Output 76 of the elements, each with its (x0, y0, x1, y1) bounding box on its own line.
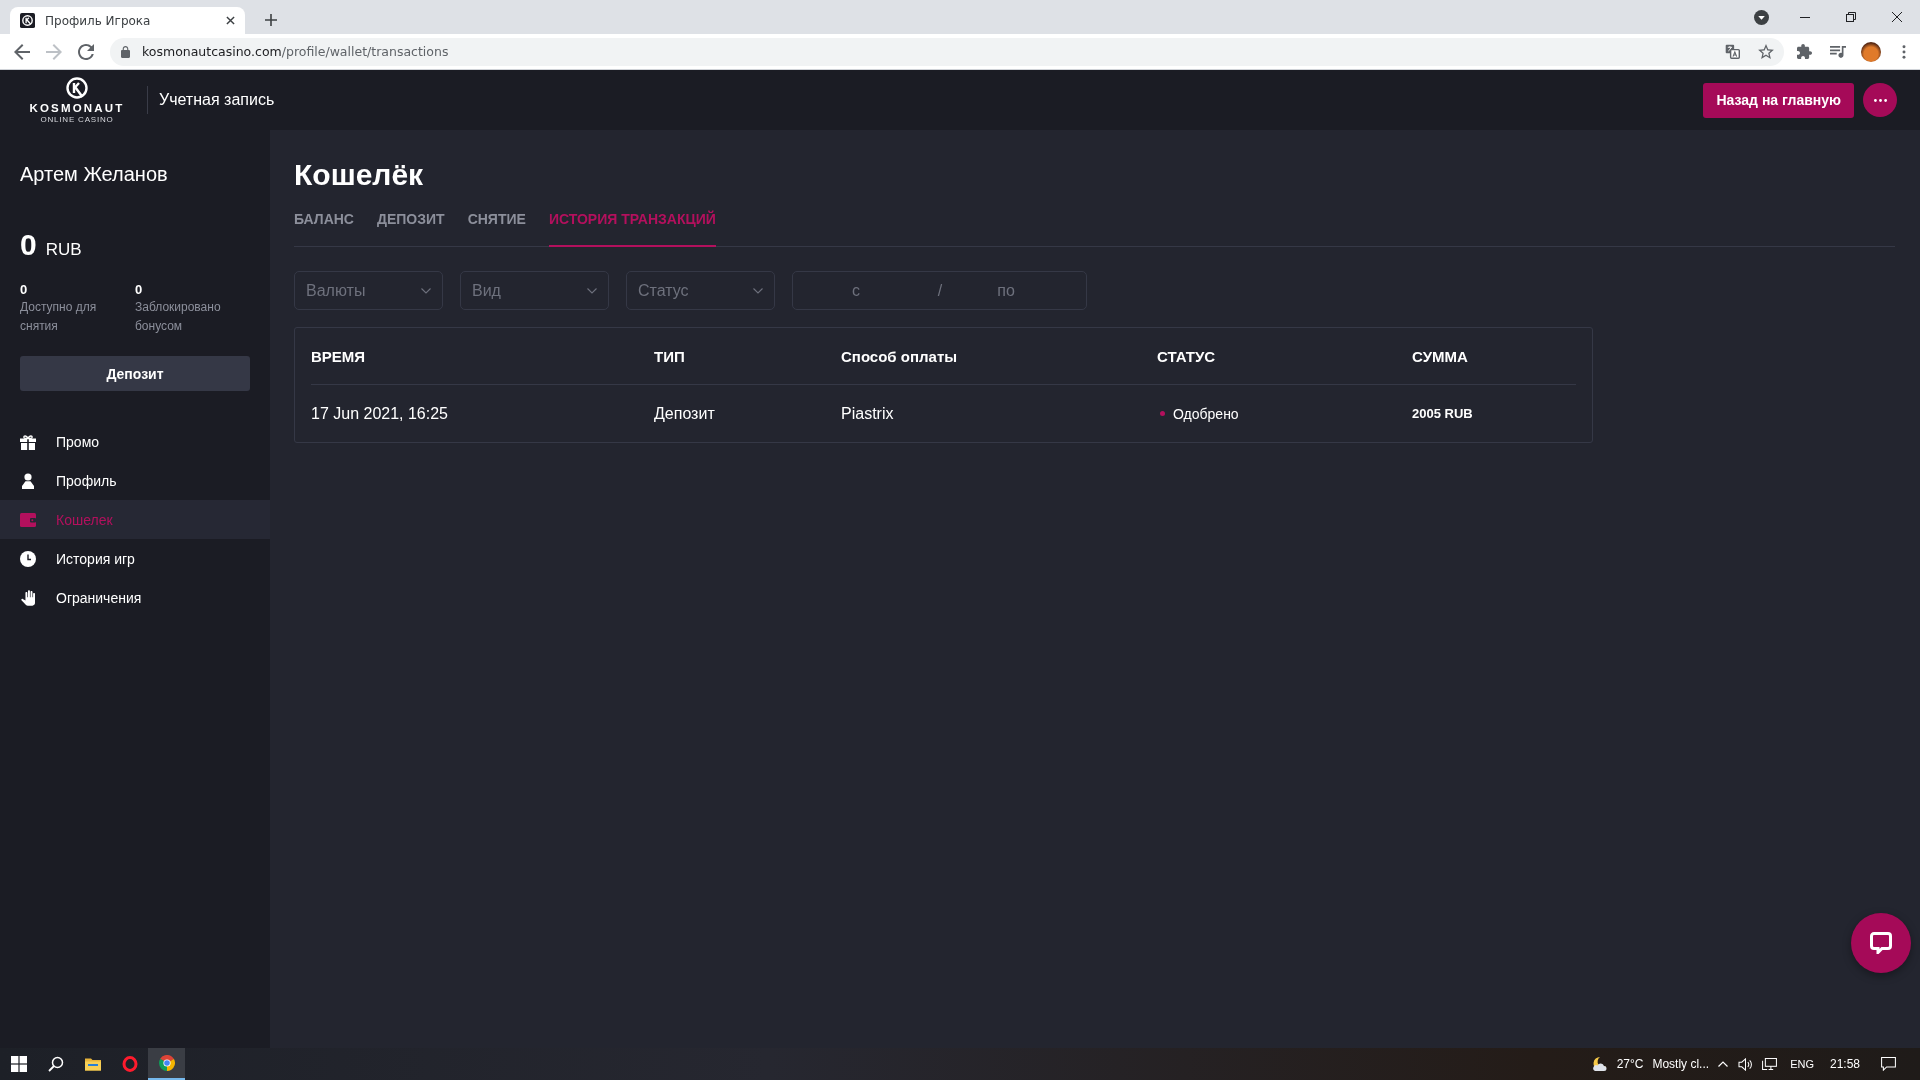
favicon-icon (20, 13, 35, 28)
caret-up-icon[interactable] (1718, 1061, 1729, 1067)
logo-icon[interactable] (65, 76, 89, 101)
section-title: Учетная запись (159, 91, 275, 109)
table-cell: Piastrix (841, 404, 894, 423)
browser-icon (158, 1055, 175, 1071)
close-tab-icon[interactable] (226, 16, 235, 25)
puzzle-icon[interactable] (1797, 44, 1812, 59)
weather-icon[interactable] (1590, 1056, 1609, 1072)
user-name: Артем Желанов (19, 162, 168, 187)
balance-currency: RUB (45, 240, 82, 260)
tab[interactable]: ДЕПОЗИТ (376, 211, 445, 247)
back-icon[interactable] (14, 43, 30, 60)
stat-value: 0 (20, 281, 28, 298)
person-icon (22, 472, 34, 489)
speaker-icon[interactable] (1738, 1057, 1754, 1071)
chat-bubble-icon (1870, 932, 1892, 954)
column-header: Способ оплаты (841, 347, 958, 365)
language-indicator[interactable]: ENG (1790, 1058, 1814, 1070)
sidebar-item[interactable]: Ограничения (0, 578, 270, 617)
close-icon[interactable] (1892, 12, 1902, 22)
stat-label: Заблокировано бонусом (135, 299, 222, 335)
bookmark-star-icon[interactable] (1757, 44, 1774, 59)
logo-text: KOSMONAUT (29, 101, 125, 114)
status-text: Одобрено (1173, 405, 1239, 422)
sidebar-item[interactable]: Профиль (0, 461, 270, 500)
minimize-icon[interactable] (1800, 16, 1810, 18)
search-icon (47, 1056, 64, 1072)
raised-hand-icon (21, 589, 35, 606)
table-cell: Депозит (654, 404, 715, 423)
balance-amount: 0 (20, 227, 37, 263)
page-title: Кошелёк (294, 157, 424, 193)
table-cell: 2005 RUB (1412, 406, 1473, 421)
clock-icon (20, 550, 36, 567)
column-header: ВРЕМЯ (311, 347, 366, 365)
weather-text[interactable]: Mostly cl... (1652, 1057, 1710, 1071)
folder-icon (84, 1056, 101, 1072)
stat-label: Доступно для снятия (20, 299, 98, 335)
stat-value: 0 (135, 281, 143, 298)
gift-icon (20, 433, 36, 450)
ellipsis-icon (1873, 98, 1887, 102)
restore-icon[interactable] (1846, 12, 1856, 22)
sidebar-item[interactable]: Промо (0, 422, 270, 461)
taskbar-button[interactable] (148, 1048, 185, 1080)
dropdown-icon[interactable] (1753, 9, 1769, 25)
start-icon (10, 1056, 27, 1072)
chevron-down-icon (753, 287, 763, 294)
temperature-text[interactable]: 27°C (1616, 1057, 1644, 1071)
translate-icon[interactable] (1725, 44, 1740, 59)
avatar-icon[interactable] (1860, 41, 1881, 62)
clock-text[interactable]: 21:58 (1829, 1057, 1860, 1071)
column-header: СТАТУС (1157, 347, 1216, 365)
wallet-icon (20, 512, 36, 527)
menu-icon[interactable] (1901, 44, 1906, 59)
chevron-down-icon (587, 287, 597, 294)
address-bar[interactable]: kosmonautcasino.com/profile/wallet/transactions (110, 37, 1784, 66)
lock-icon[interactable] (121, 45, 130, 58)
table-cell: 17 Jun 2021, 16:25 (311, 404, 448, 423)
ring-logo-icon (121, 1056, 138, 1072)
notification-icon[interactable] (1881, 1057, 1896, 1071)
new-tab-icon[interactable] (265, 14, 277, 26)
logo-tagline: ONLINE CASINO (40, 114, 114, 124)
chevron-down-icon (421, 287, 431, 294)
back-home-button[interactable]: Назад на главную (1703, 82, 1854, 118)
playlist-icon[interactable] (1829, 45, 1846, 58)
reload-icon[interactable] (78, 43, 94, 60)
sidebar-item[interactable]: История игр (0, 539, 270, 578)
column-header: СУММА (1412, 347, 1468, 365)
tab[interactable]: СНЯТИЕ (467, 211, 526, 247)
browser-tab[interactable]: Профиль Игрока (10, 7, 245, 34)
more-button[interactable] (1863, 83, 1897, 117)
deposit-button[interactable]: Депозит (20, 356, 250, 391)
chat-button[interactable] (1851, 913, 1911, 973)
network-icon[interactable] (1762, 1058, 1778, 1070)
column-header: ТИП (654, 347, 685, 365)
tab[interactable]: БАЛАНС (294, 211, 354, 247)
